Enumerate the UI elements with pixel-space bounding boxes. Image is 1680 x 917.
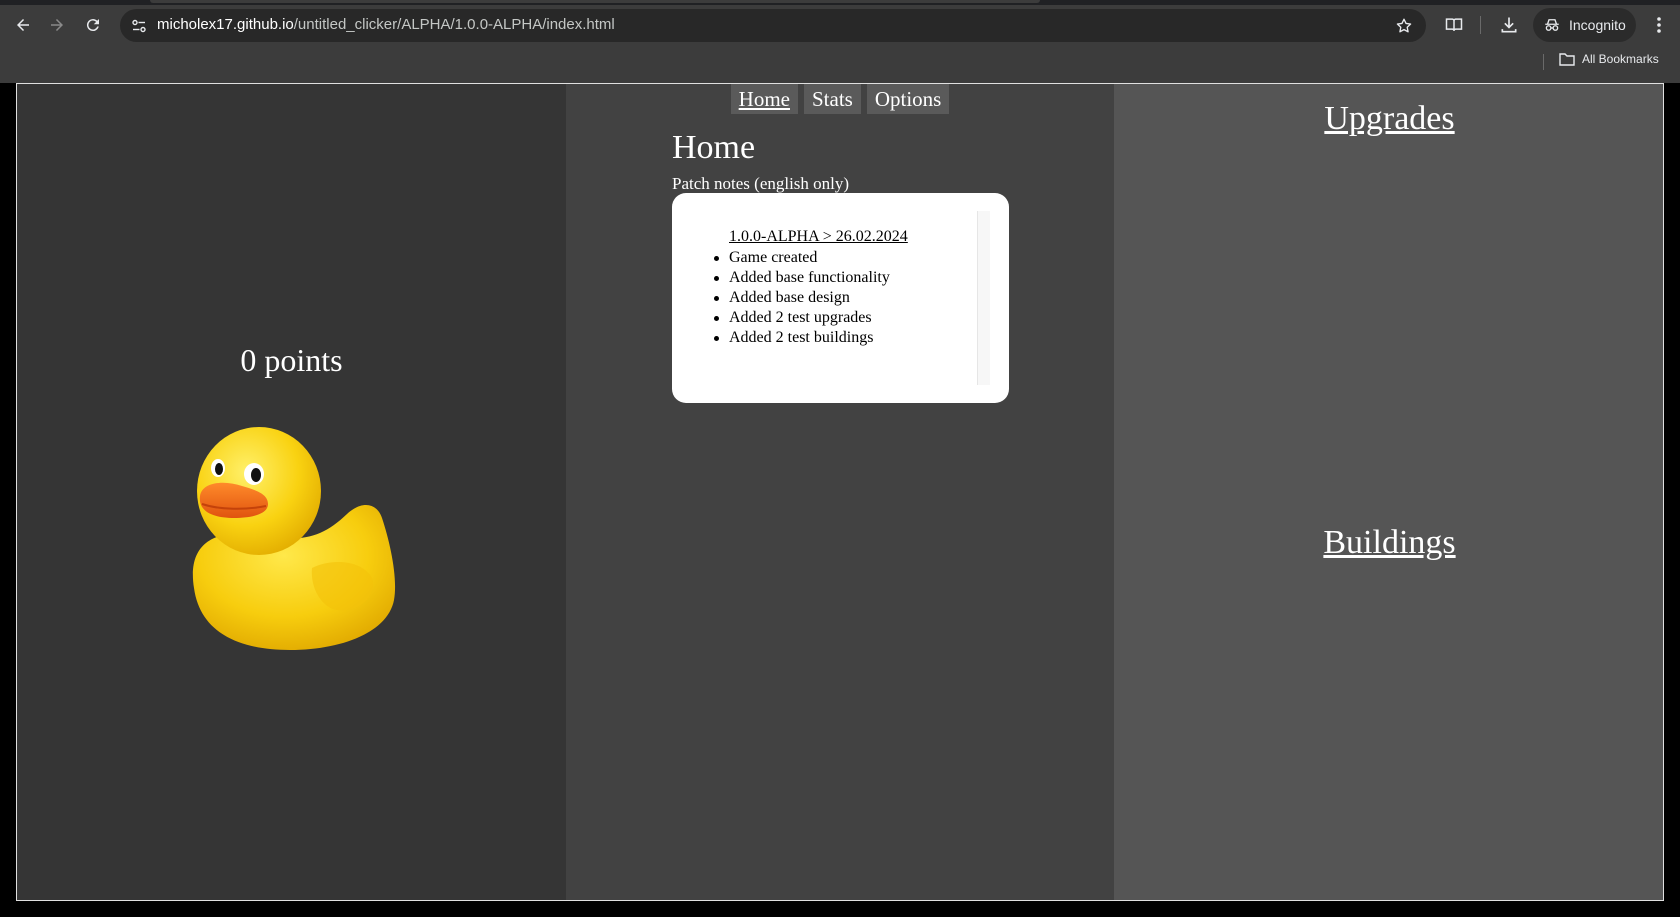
game-page: 0 points Home Stats Options Home Patch n… xyxy=(16,83,1664,901)
clicker-panel: 0 points xyxy=(17,84,566,900)
patch-notes-list: Game created Added base functionality Ad… xyxy=(714,248,890,348)
forward-icon xyxy=(51,19,63,31)
points-counter: 0 points xyxy=(240,342,343,378)
bookmark-star-button[interactable] xyxy=(1394,16,1414,36)
list-item: Added 2 test upgrades xyxy=(714,308,890,328)
patch-notes-box: 1.0.0-ALPHA > 26.02.2024 Game created Ad… xyxy=(672,193,1009,403)
reader-mode-button[interactable] xyxy=(1441,12,1467,38)
downloads-button[interactable] xyxy=(1496,12,1522,38)
list-item: Game created xyxy=(714,248,890,268)
folder-icon xyxy=(1559,53,1575,66)
patch-version-heading: 1.0.0-ALPHA > 26.02.2024 xyxy=(729,228,908,245)
reader-mode-icon xyxy=(1445,18,1463,31)
browser-chrome: micholex17.github.io/untitled_clicker/AL… xyxy=(0,0,1680,83)
rubber-duck-button[interactable] xyxy=(172,418,412,658)
tab-home[interactable]: Home xyxy=(730,84,798,114)
menu-icon xyxy=(1657,17,1661,33)
reload-icon xyxy=(86,19,99,32)
patch-notes-scroll-area[interactable]: 1.0.0-ALPHA > 26.02.2024 Game created Ad… xyxy=(672,211,977,385)
list-item: Added base functionality xyxy=(714,269,890,286)
incognito-icon xyxy=(1545,19,1559,31)
incognito-label: Incognito xyxy=(1569,17,1626,33)
bookmarks-divider xyxy=(1543,54,1544,70)
list-item: Added base design xyxy=(714,288,890,308)
star-icon xyxy=(1396,18,1412,33)
buildings-heading: Buildings xyxy=(1323,524,1456,561)
all-bookmarks-button[interactable]: All Bookmarks xyxy=(1559,52,1659,66)
active-tab-edge xyxy=(150,0,1040,3)
url-host: micholex17.github.io xyxy=(157,16,294,33)
tab-nav: Home Stats Options xyxy=(566,84,1114,114)
all-bookmarks-label: All Bookmarks xyxy=(1582,52,1659,66)
url-path: /untitled_clicker/ALPHA/1.0.0-ALPHA/inde… xyxy=(293,16,615,33)
address-bar[interactable]: micholex17.github.io/untitled_clicker/AL… xyxy=(120,9,1426,42)
tab-options[interactable]: Options xyxy=(866,84,950,114)
reload-button[interactable] xyxy=(78,10,108,40)
site-info-button[interactable] xyxy=(129,16,149,36)
forward-button[interactable] xyxy=(42,10,72,40)
back-icon xyxy=(17,19,29,31)
patch-notes-scrollbar[interactable] xyxy=(977,211,990,385)
patch-notes-label: Patch notes (english only) xyxy=(672,174,850,193)
download-icon xyxy=(1501,17,1517,33)
content-panel: Home Stats Options Home Patch notes (eng… xyxy=(566,84,1114,900)
upgrades-heading: Upgrades xyxy=(1324,100,1455,137)
url-text[interactable]: micholex17.github.io/untitled_clicker/AL… xyxy=(157,16,615,33)
toolbar-divider xyxy=(1480,16,1481,34)
browser-menu-button[interactable] xyxy=(1646,12,1672,38)
list-item: Added 2 test buildings xyxy=(714,328,890,348)
shop-panel: Upgrades Buildings xyxy=(1114,84,1663,900)
site-info-icon xyxy=(132,19,146,33)
tab-stats[interactable]: Stats xyxy=(803,84,861,114)
page-title: Home xyxy=(672,129,756,166)
back-button[interactable] xyxy=(8,10,38,40)
incognito-chip[interactable]: Incognito xyxy=(1533,8,1636,42)
